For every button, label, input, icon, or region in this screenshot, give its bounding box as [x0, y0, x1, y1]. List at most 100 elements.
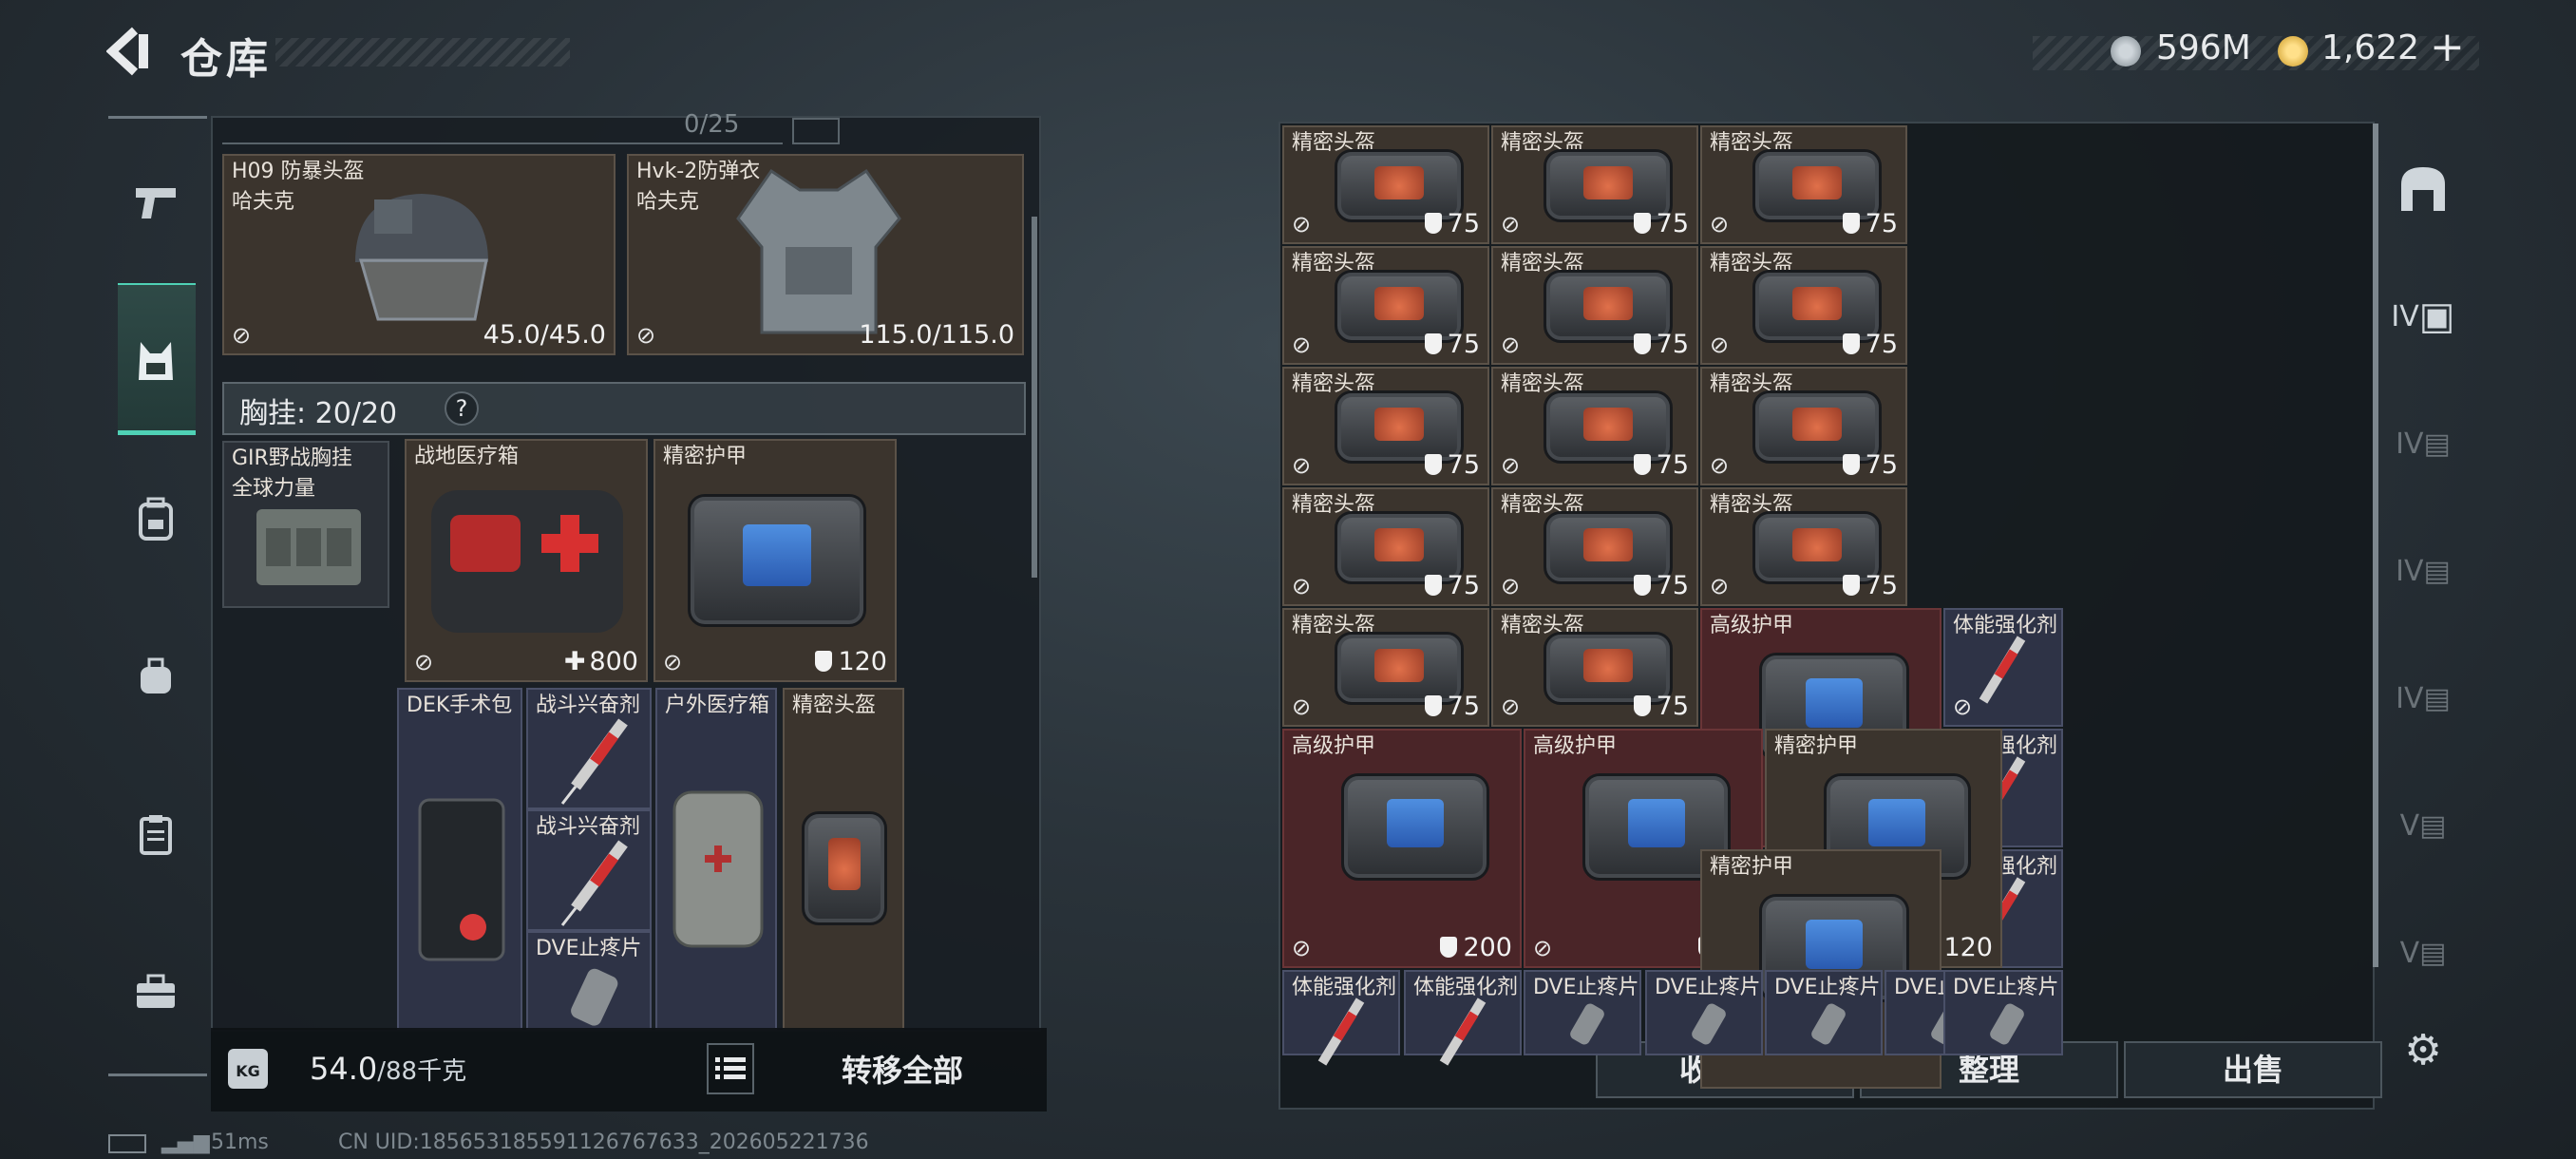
- syringe-icon: [560, 840, 628, 926]
- helmet-image: [355, 194, 488, 321]
- item-value: 75: [1842, 571, 1898, 600]
- vest-maker: 哈夫克: [636, 190, 700, 214]
- unlock-icon: ⊘: [1292, 332, 1312, 358]
- storage-item[interactable]: DVE止疼片: [1765, 970, 1883, 1055]
- storage-item[interactable]: 高级护甲 ⊘ 200: [1282, 729, 1522, 968]
- storage-item[interactable]: 精密头盔 ⊘ 75: [1282, 246, 1489, 365]
- clipboard-icon[interactable]: [129, 808, 182, 861]
- medkit-image: [431, 490, 623, 633]
- storage-item[interactable]: 精密头盔 ⊘ 75: [1282, 125, 1489, 244]
- unlock-icon: ⊘: [1292, 211, 1312, 238]
- top-slot-count: 0/25: [684, 110, 740, 139]
- storage-item[interactable]: 精密头盔 ⊘ 75: [1282, 487, 1489, 606]
- storage-item[interactable]: 体能强化剂⊘: [1943, 608, 2063, 727]
- gold-coin-icon: [2278, 36, 2308, 66]
- storage-item[interactable]: DVE止疼片: [1645, 970, 1763, 1055]
- storage-item[interactable]: DVE止疼片: [1524, 970, 1641, 1055]
- storage-scrollbar[interactable]: [2373, 124, 2378, 967]
- pill-bottle-icon: [571, 968, 618, 1026]
- item-combat-stim[interactable]: 战斗兴奋剂: [526, 688, 652, 809]
- unlock-icon: ⊘: [1501, 573, 1521, 599]
- rig-help-button[interactable]: ?: [445, 391, 479, 426]
- item-value: 75: [1842, 330, 1898, 359]
- list-view-button[interactable]: [707, 1043, 754, 1094]
- unlock-icon: ⊘: [1501, 211, 1521, 238]
- storage-item[interactable]: 精密头盔 ⊘ 75: [1491, 608, 1698, 727]
- pistol-icon[interactable]: [129, 177, 182, 230]
- surgery-kit-image: [418, 798, 505, 961]
- item-value: 75: [1842, 450, 1898, 480]
- bag-icon[interactable]: [129, 650, 182, 703]
- storage-item[interactable]: 精密头盔 ⊘ 75: [1700, 125, 1907, 244]
- storage-item[interactable]: 精密头盔 ⊘ 75: [1491, 125, 1698, 244]
- backpack-icon[interactable]: [129, 492, 182, 545]
- unlock-icon: ⊘: [1501, 452, 1521, 479]
- rig-image: [256, 509, 361, 585]
- storage-item[interactable]: 精密头盔 ⊘ 75: [1700, 487, 1907, 606]
- storage-item[interactable]: 精密头盔 ⊘ 75: [1700, 367, 1907, 485]
- storage-item[interactable]: 精密头盔 ⊘ 75: [1700, 246, 1907, 365]
- pill-bottle-icon: [1990, 1003, 2024, 1045]
- storage-item[interactable]: 体能强化剂: [1404, 970, 1522, 1066]
- item-value: 75: [1842, 209, 1898, 238]
- storage-tier-icon[interactable]: IV▤: [2390, 410, 2456, 477]
- add-storage-icon[interactable]: IV ▣: [2390, 283, 2456, 350]
- item-value: 75: [1424, 209, 1480, 238]
- item-name: 高级护甲: [1533, 734, 1618, 758]
- pill-bottle-icon: [1811, 1003, 1846, 1045]
- settings-gear-icon[interactable]: ⚙: [2390, 1016, 2456, 1083]
- item-value: 75: [1424, 692, 1480, 721]
- vest-slot[interactable]: Hvk-2防弹衣 哈夫克 ⊘ 115.0/115.0: [627, 154, 1024, 355]
- item-field-medkit[interactable]: 战地医疗箱 ⊘ ✚ 800: [405, 439, 648, 682]
- item-precision-armor[interactable]: 精密护甲 ⊘ 120: [653, 439, 897, 682]
- top-slot-dropdown[interactable]: [792, 118, 840, 144]
- currency-gold: 1,622: [2321, 28, 2420, 67]
- weight-value: 54.0/88千克: [310, 1051, 467, 1087]
- helmet-durability: 45.0/45.0: [483, 320, 606, 350]
- unlock-icon: ⊘: [636, 322, 656, 349]
- storage-tier-icon[interactable]: V▤: [2390, 792, 2456, 859]
- toolbox-icon[interactable]: [129, 965, 182, 1018]
- item-name: 精密护甲: [663, 445, 748, 468]
- item-precision-helmet[interactable]: 精密头盔: [783, 688, 904, 1030]
- item-value: 120: [815, 647, 887, 676]
- item-name: DEK手术包: [407, 694, 513, 717]
- loadout-scrollbar[interactable]: [1032, 217, 1037, 578]
- transfer-all-button[interactable]: 转移全部: [779, 1045, 1026, 1096]
- storage-item[interactable]: DVE止疼片: [1943, 970, 2063, 1055]
- item-value: 75: [1633, 571, 1689, 600]
- item-value: 75: [1424, 330, 1480, 359]
- item-value: 75: [1633, 209, 1689, 238]
- currency-silver: 596M: [2156, 28, 2251, 67]
- add-currency-button[interactable]: +: [2430, 23, 2465, 71]
- helmet-slot[interactable]: H09 防暴头盔 哈夫克 ⊘ 45.0/45.0: [222, 154, 616, 355]
- storage-icon[interactable]: [2390, 156, 2456, 222]
- syringe-icon: [560, 718, 628, 805]
- sell-button[interactable]: 出售: [2124, 1041, 2382, 1098]
- storage-item[interactable]: 精密头盔 ⊘ 75: [1491, 246, 1698, 365]
- storage-item[interactable]: 精密头盔 ⊘ 75: [1491, 367, 1698, 485]
- rig-item-gir[interactable]: GIR野战胸挂 全球力量: [222, 441, 389, 608]
- storage-item[interactable]: 精密头盔 ⊘ 75: [1491, 487, 1698, 606]
- item-outdoor-medkit[interactable]: 户外医疗箱: [655, 688, 777, 1030]
- item-painkiller[interactable]: DVE止疼片: [526, 931, 652, 1030]
- storage-item[interactable]: 精密头盔 ⊘ 75: [1282, 367, 1489, 485]
- item-name: 高级护甲: [1710, 614, 1794, 637]
- storage-item[interactable]: 精密头盔 ⊘ 75: [1282, 608, 1489, 727]
- item-dek-surgery-kit[interactable]: DEK手术包: [397, 688, 522, 1030]
- weight-icon: KG: [228, 1049, 268, 1089]
- unlock-icon: ⊘: [1710, 332, 1730, 358]
- unlock-icon: ⊘: [1292, 573, 1312, 599]
- item-value: 75: [1424, 450, 1480, 480]
- item-name: 战斗兴奋剂: [536, 815, 641, 839]
- back-button[interactable]: [105, 27, 154, 76]
- unlock-icon: ⊘: [1710, 452, 1730, 479]
- storage-tier-icon[interactable]: IV▤: [2390, 665, 2456, 732]
- item-value: 75: [1633, 450, 1689, 480]
- storage-tier-icon[interactable]: IV▤: [2390, 538, 2456, 604]
- vest-icon[interactable]: [129, 334, 182, 388]
- storage-tier-icon[interactable]: V▤: [2390, 920, 2456, 986]
- battery-icon: [108, 1134, 146, 1153]
- storage-item[interactable]: 体能强化剂: [1282, 970, 1400, 1066]
- item-combat-stim-2[interactable]: 战斗兴奋剂: [526, 809, 652, 931]
